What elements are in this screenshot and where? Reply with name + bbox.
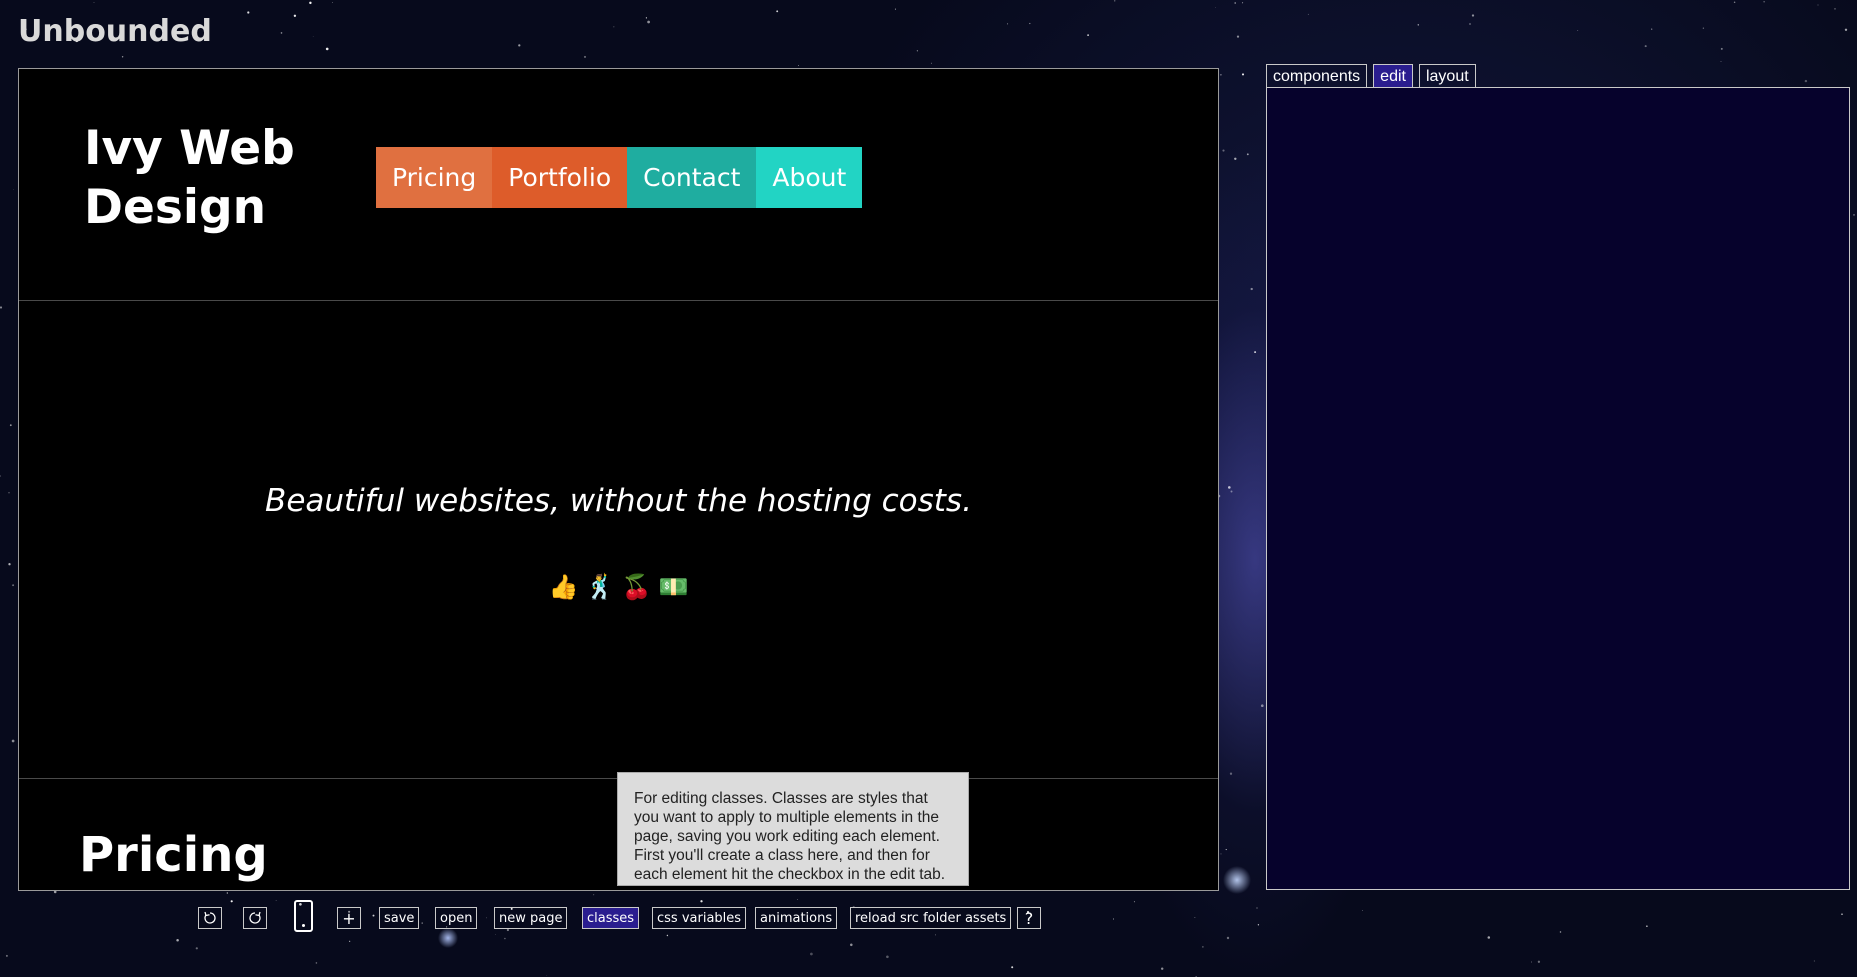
site-header[interactable]: Ivy Web Design Pricing Portfolio Contact… [19,69,1218,301]
nav-item-portfolio[interactable]: Portfolio [492,147,628,208]
cherries-icon: 🍒 [621,574,652,601]
dancer-icon: 🕺 [585,574,616,601]
tab-layout[interactable]: layout [1418,64,1476,88]
panel-tabs: components edit layout [1266,64,1476,88]
tab-edit[interactable]: edit [1373,64,1413,88]
css-variables-button[interactable]: css variables [652,907,747,929]
page-preview[interactable]: Ivy Web Design Pricing Portfolio Contact… [18,68,1219,891]
dollar-bill-icon: 💵 [658,574,689,601]
nav-item-contact[interactable]: Contact [627,147,757,208]
undo-icon [204,911,216,924]
site-nav: Pricing Portfolio Contact About [376,147,863,208]
redo-button[interactable] [243,907,267,929]
mobile-preview-icon[interactable] [294,900,313,932]
classes-button[interactable]: classes [582,907,640,929]
pricing-heading[interactable]: Pricing [79,827,268,883]
classes-tooltip: For editing classes. Classes are styles … [617,772,969,886]
redo-icon [249,911,261,924]
add-button[interactable]: + [337,907,361,929]
reload-assets-button[interactable]: reload src folder assets [850,907,1012,929]
save-button[interactable]: save [379,907,420,929]
nav-item-pricing[interactable]: Pricing [376,147,493,208]
new-page-button[interactable]: new page [494,907,568,929]
thumbs-up-icon: 👍 [548,574,579,601]
site-brand[interactable]: Ivy Web Design [84,119,334,237]
open-button[interactable]: open [435,907,478,929]
app-title: Unbounded [18,14,212,49]
hero-section[interactable]: Beautiful websites, without the hosting … [19,301,1218,779]
hero-tagline[interactable]: Beautiful websites, without the hosting … [19,483,1218,519]
nav-item-about[interactable]: About [756,147,863,208]
animations-button[interactable]: animations [755,907,838,929]
edit-panel[interactable] [1266,87,1850,890]
undo-button[interactable] [198,907,222,929]
hero-emoji-row: 👍 🕺 🍒 💵 [19,573,1218,602]
help-button[interactable]: ? [1017,907,1041,929]
bottom-toolbar: + save open new page classes css variabl… [0,900,1100,940]
tab-components[interactable]: components [1266,64,1368,88]
